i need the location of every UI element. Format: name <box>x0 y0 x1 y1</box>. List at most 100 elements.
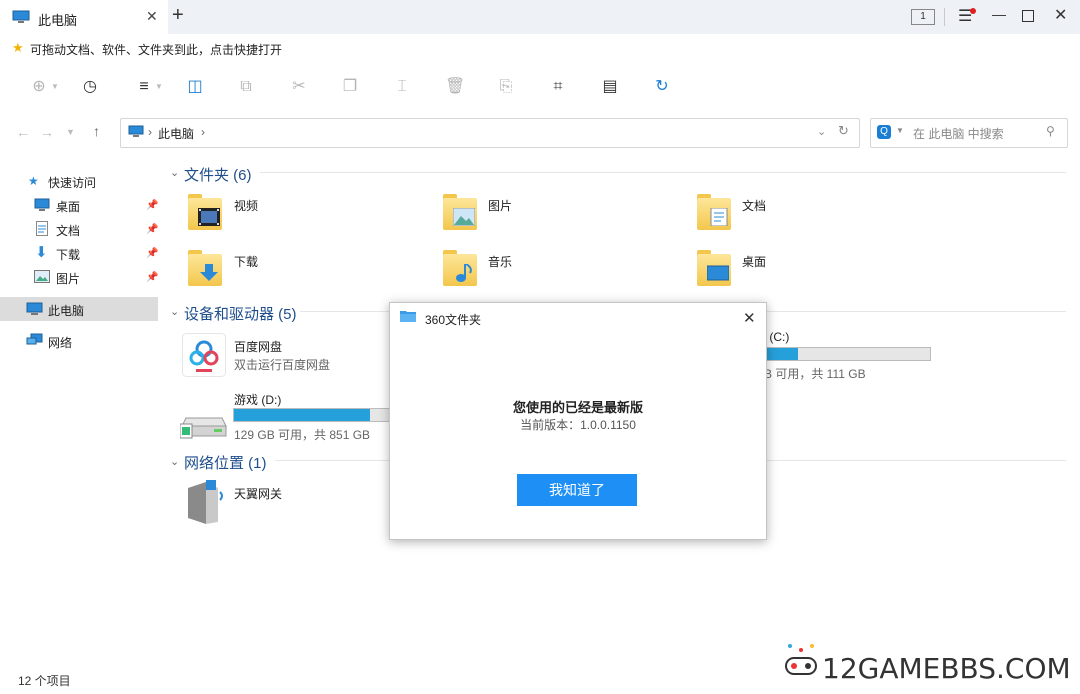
device-baidu-name[interactable]: 百度网盘 <box>234 338 282 355</box>
dialog-version: 当前版本：1.0.0.1150 <box>520 418 636 432</box>
sidebar-item-desktop[interactable]: 桌面 <box>56 198 80 215</box>
delete-icon[interactable]: 🗑 <box>445 78 465 96</box>
network-device-icon[interactable] <box>184 478 228 526</box>
drive-c-usage-fill <box>765 348 798 360</box>
baidu-netdisk-icon[interactable] <box>182 333 226 377</box>
favorites-hint: 可拖动文档、软件、文件夹到此，点击快捷打开 <box>30 43 283 57</box>
chevron-down-icon[interactable]: ▼ <box>155 82 163 91</box>
minimize-icon[interactable]: — <box>992 6 1006 22</box>
chevron-down-icon[interactable]: ⌄ <box>170 305 179 318</box>
folder-downloads-label[interactable]: 下载 <box>234 253 258 270</box>
sidebar-item-quick-access[interactable]: 快速访问 <box>48 174 96 191</box>
chevron-down-icon[interactable]: ▼ <box>66 127 75 137</box>
chevron-down-icon[interactable]: ▼ <box>51 82 59 91</box>
chevron-down-icon[interactable]: ⌄ <box>170 455 179 468</box>
folder-desktop-icon[interactable] <box>697 250 733 286</box>
device-drive-c-free: B 可用，共 111 GB <box>764 367 866 381</box>
folder-videos-icon[interactable] <box>188 194 224 230</box>
section-title-network[interactable]: 网络位置 (1) <box>184 452 267 473</box>
got-it-button[interactable]: 我知道了 <box>517 474 637 506</box>
picture-icon <box>34 270 50 283</box>
download-icon: ⬇ <box>35 244 48 261</box>
document-icon <box>36 221 48 236</box>
properties-icon[interactable]: ⎘ <box>497 78 515 96</box>
divider <box>944 8 945 26</box>
desktop-icon <box>34 198 50 211</box>
dialog-title: 360文件夹 <box>425 313 482 327</box>
breadcrumb-separator[interactable]: › <box>201 125 205 139</box>
device-drive-d-name[interactable]: 游戏 (D:) <box>234 391 281 408</box>
history-icon[interactable]: ◷ <box>81 78 99 96</box>
search-engine-icon[interactable]: Q <box>877 125 891 139</box>
divider <box>766 460 1066 461</box>
computer-icon <box>128 125 144 137</box>
device-drive-d-free: 129 GB 可用，共 851 GB <box>234 428 371 442</box>
divider <box>260 172 1066 173</box>
crop-icon[interactable]: ⌗ <box>549 78 567 96</box>
new-tab-icon[interactable]: + <box>172 4 184 27</box>
sidebar-item-network[interactable]: 网络 <box>48 334 72 351</box>
tab-close-icon[interactable]: ✕ <box>146 8 158 25</box>
divider <box>300 311 390 312</box>
dialog-close-icon[interactable]: ✕ <box>743 309 756 327</box>
back-icon[interactable]: ← <box>16 124 30 140</box>
sync-icon[interactable]: ↻ <box>653 78 671 96</box>
folder-downloads-icon[interactable] <box>188 250 224 286</box>
folder-icon <box>400 311 416 322</box>
divider <box>766 311 1066 312</box>
cut-icon[interactable]: ✂ <box>290 78 308 96</box>
sidebar-label-this-pc: 此电脑 <box>48 304 85 318</box>
notes-icon[interactable]: ▤ <box>601 78 619 96</box>
dialog-heading: 您使用的已经是最新版 <box>512 400 643 415</box>
drive-d-usage-fill <box>234 409 370 421</box>
copy-icon[interactable]: ⧉ <box>237 78 255 96</box>
section-title-folders[interactable]: 文件夹 (6) <box>184 164 252 185</box>
hard-drive-icon[interactable] <box>180 408 228 440</box>
new-item-icon[interactable]: ⊕ <box>30 78 48 96</box>
pin-icon[interactable]: 📌 <box>146 224 158 235</box>
star-icon: ★ <box>28 174 39 188</box>
address-bar[interactable] <box>120 118 860 148</box>
folder-desktop-label[interactable]: 桌面 <box>742 253 766 270</box>
chevron-down-icon[interactable]: ⌄ <box>170 166 179 179</box>
search-icon[interactable]: ⚲ <box>1046 124 1055 138</box>
pin-icon[interactable]: 📌 <box>146 272 158 283</box>
close-window-icon[interactable]: ✕ <box>1054 5 1067 25</box>
maximize-icon[interactable] <box>1022 10 1034 22</box>
watermark-text: 12GAMEBBS.COM <box>822 652 1071 685</box>
rename-icon[interactable]: ⌶ <box>393 78 411 96</box>
sidebar-item-downloads[interactable]: 下载 <box>56 246 80 263</box>
network-icon <box>26 333 43 345</box>
forward-icon[interactable]: → <box>40 124 54 140</box>
folder-pictures-label[interactable]: 图片 <box>488 197 512 214</box>
folder-music-icon[interactable] <box>443 250 479 286</box>
paste-icon[interactable]: ❐ <box>341 78 359 96</box>
watermark-logo <box>785 644 817 675</box>
pin-icon[interactable]: 📌 <box>146 248 158 259</box>
search-input[interactable]: 在 此电脑 中搜索 <box>913 125 1004 142</box>
device-baidu-desc: 双击运行百度网盘 <box>234 358 331 372</box>
computer-icon <box>26 302 43 315</box>
preview-pane-icon[interactable]: ◫ <box>186 78 204 96</box>
folder-music-label[interactable]: 音乐 <box>488 253 512 270</box>
folder-documents-icon[interactable] <box>697 194 733 230</box>
refresh-icon[interactable]: ↻ <box>838 123 849 139</box>
section-title-devices[interactable]: 设备和驱动器 (5) <box>184 303 297 324</box>
folder-videos-label[interactable]: 视频 <box>234 197 258 214</box>
pin-icon[interactable]: 📌 <box>146 200 158 211</box>
window-count-badge[interactable]: 1 <box>911 9 935 25</box>
status-item-count: 12 个项目 <box>18 674 71 688</box>
sidebar-item-documents[interactable]: 文档 <box>56 222 80 239</box>
star-icon: ★ <box>12 40 24 55</box>
network-gateway-label[interactable]: 天翼网关 <box>234 485 282 502</box>
up-icon[interactable]: ↑ <box>93 123 100 139</box>
folder-documents-label[interactable]: 文档 <box>742 197 766 214</box>
chevron-down-icon[interactable]: ▼ <box>896 126 904 135</box>
sidebar-item-pictures[interactable]: 图片 <box>56 270 80 287</box>
breadcrumb-separator: › <box>148 125 152 139</box>
breadcrumb-this-pc[interactable]: 此电脑 <box>158 125 194 142</box>
view-list-icon[interactable]: ≡ <box>135 78 153 96</box>
drive-d-usage-bar <box>233 408 395 422</box>
folder-pictures-icon[interactable] <box>443 194 479 230</box>
chevron-down-icon[interactable]: ⌄ <box>817 125 826 138</box>
